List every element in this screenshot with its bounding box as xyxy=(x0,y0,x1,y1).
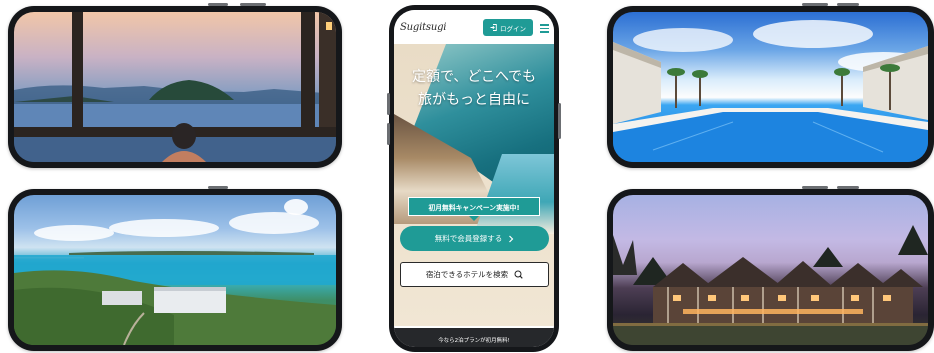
register-button[interactable]: 無料で会員登録する xyxy=(400,226,549,251)
photo-island-resort xyxy=(14,195,336,345)
site-logo[interactable]: Sugitsugi xyxy=(400,22,446,33)
chevron-right-icon xyxy=(509,235,514,242)
campaign-badge-text: 初月無料キャンペーン実施中! xyxy=(428,203,520,212)
website-screen: Sugitsugi ログイン 定額で、どこへでも 旅がもっと自由に 初月無料キャ… xyxy=(394,10,554,347)
hero-title-line1: 定額で、どこへでも xyxy=(411,69,537,85)
login-label: ログイン xyxy=(500,24,526,33)
phone-website: Sugitsugi ログイン 定額で、どこへでも 旅がもっと自由に 初月無料キャ… xyxy=(387,5,561,352)
hero-title: 定額で、どこへでも 旅がもっと自由に xyxy=(394,66,554,112)
volume-button xyxy=(802,3,828,6)
volume-button xyxy=(837,186,859,189)
volume-button xyxy=(208,186,228,189)
volume-button xyxy=(837,3,859,6)
phone-mountain-chalet xyxy=(607,186,934,351)
login-button[interactable]: ログイン xyxy=(483,19,533,36)
side-button xyxy=(387,123,390,145)
photo-hot-spring xyxy=(14,12,336,162)
promo-banner[interactable]: 今なら2泊プランが初月無料! xyxy=(394,328,554,347)
photo-infinity-pool xyxy=(613,12,928,162)
phone-hot-spring xyxy=(8,3,342,168)
campaign-badge: 初月無料キャンペーン実施中! xyxy=(408,197,540,221)
login-icon xyxy=(490,24,497,31)
hero-title-line2: 旅がもっと自由に xyxy=(418,92,530,108)
phone-island-resort xyxy=(8,186,342,351)
volume-button xyxy=(240,3,266,6)
photo-mountain-chalet xyxy=(613,195,928,345)
promo-banner-text: 今なら2泊プランが初月無料! xyxy=(438,338,510,344)
hotel-search-button[interactable]: 宿泊できるホテルを検索 xyxy=(400,262,549,287)
power-button xyxy=(558,103,561,139)
volume-button xyxy=(208,3,228,6)
side-button xyxy=(387,93,390,115)
site-header: Sugitsugi ログイン xyxy=(394,10,554,44)
volume-button xyxy=(802,186,828,189)
hotel-search-label: 宿泊できるホテルを検索 xyxy=(425,270,509,279)
hamburger-icon[interactable] xyxy=(540,24,549,33)
search-icon xyxy=(514,270,523,279)
register-button-label: 無料で会員登録する xyxy=(434,234,503,243)
phone-infinity-pool xyxy=(607,3,934,168)
